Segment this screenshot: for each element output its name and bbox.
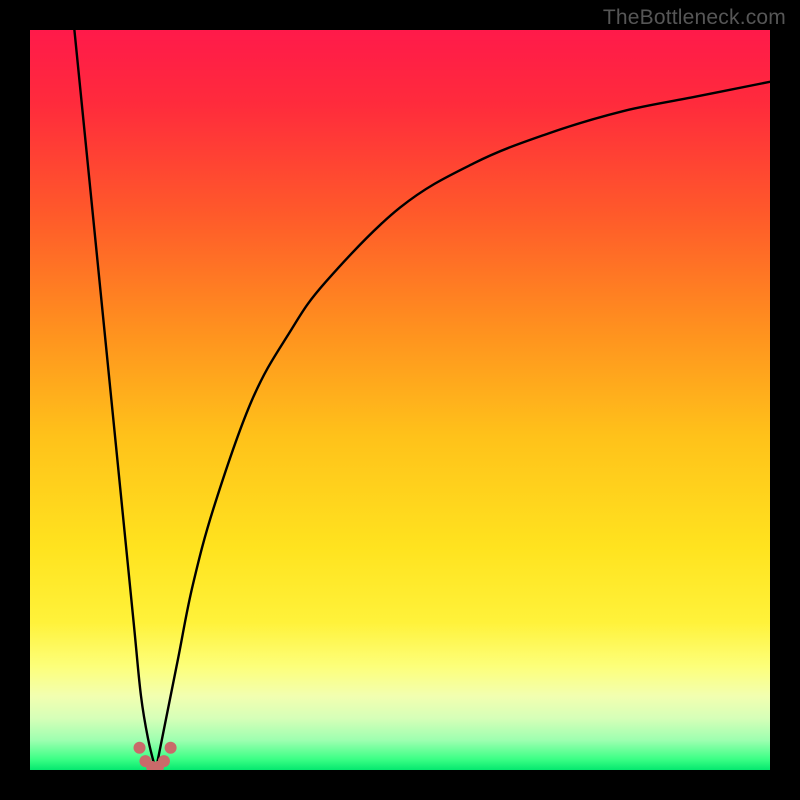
curve-left-branch	[74, 30, 155, 770]
watermark-text: TheBottleneck.com	[603, 6, 786, 30]
outer-frame: TheBottleneck.com	[0, 0, 800, 800]
curve-right-branch	[156, 82, 770, 770]
minimum-marker	[158, 755, 170, 767]
minimum-marker	[165, 742, 177, 754]
minimum-markers	[134, 742, 177, 770]
minimum-marker	[134, 742, 146, 754]
bottleneck-curve	[30, 30, 770, 770]
plot-area	[30, 30, 770, 770]
